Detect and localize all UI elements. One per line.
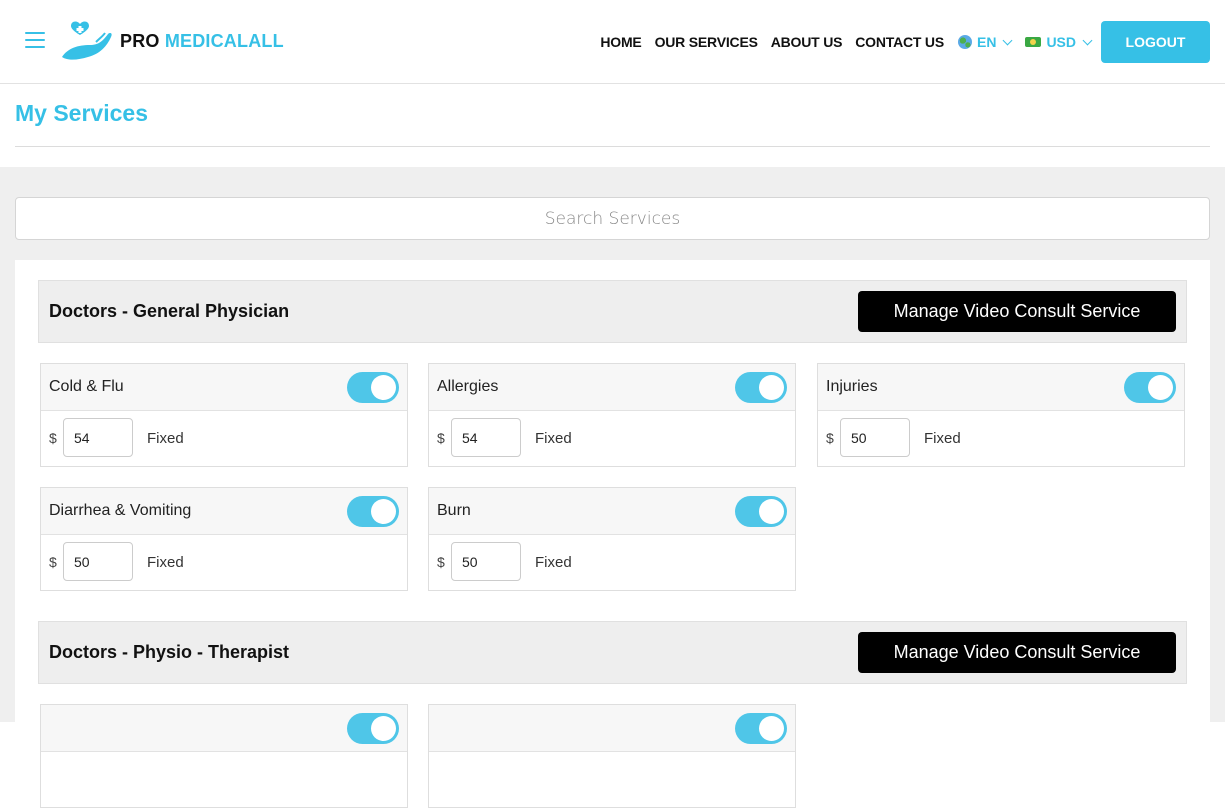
service-card: Injuries $ Fixed bbox=[817, 363, 1185, 467]
service-name: Allergies bbox=[437, 378, 499, 395]
search-input[interactable] bbox=[15, 197, 1210, 240]
service-name: Cold & Flu bbox=[49, 378, 124, 395]
service-toggle[interactable] bbox=[347, 496, 399, 527]
currency-dropdown[interactable]: USD bbox=[1025, 34, 1093, 50]
price-type: Fixed bbox=[924, 430, 961, 447]
brand-name-medicalall: MEDICALALL bbox=[164, 30, 284, 51]
chevron-down-icon bbox=[1002, 35, 1013, 45]
currency-value: USD bbox=[1046, 34, 1076, 50]
service-name: Injuries bbox=[826, 378, 878, 395]
nav-our-services[interactable]: OUR SERVICES bbox=[655, 34, 758, 50]
language-dropdown[interactable]: EN bbox=[957, 34, 1013, 50]
service-toggle[interactable] bbox=[735, 372, 787, 403]
service-card: Allergies $ Fixed bbox=[428, 363, 796, 467]
service-name: Diarrhea & Vomiting bbox=[49, 502, 192, 519]
price-input[interactable] bbox=[840, 418, 910, 457]
service-toggle[interactable] bbox=[347, 713, 399, 744]
nav-home[interactable]: HOME bbox=[600, 34, 641, 50]
service-toggle[interactable] bbox=[1124, 372, 1176, 403]
money-icon bbox=[1025, 37, 1042, 47]
logout-button[interactable]: LOGOUT bbox=[1101, 21, 1210, 63]
currency-symbol: $ bbox=[826, 430, 834, 446]
service-card: Diarrhea & Vomiting $ Fixed bbox=[40, 487, 408, 591]
divider bbox=[15, 146, 1210, 147]
manage-video-consult-button[interactable]: Manage Video Consult Service bbox=[858, 291, 1176, 332]
service-card bbox=[428, 704, 796, 808]
price-type: Fixed bbox=[147, 554, 184, 571]
main-nav: HOME OUR SERVICES ABOUT US CONTACT US EN… bbox=[587, 21, 1210, 63]
category-title: Doctors - General Physician bbox=[49, 301, 290, 321]
hand-heart-icon bbox=[62, 21, 112, 60]
service-toggle[interactable] bbox=[347, 372, 399, 403]
currency-symbol: $ bbox=[437, 554, 445, 570]
service-name: Burn bbox=[437, 502, 471, 519]
nav-contact-us[interactable]: CONTACT US bbox=[855, 34, 944, 50]
category-header: Doctors - General Physician Manage Video… bbox=[38, 280, 1187, 343]
service-toggle[interactable] bbox=[735, 496, 787, 527]
service-toggle[interactable] bbox=[735, 713, 787, 744]
brand-name-pro: PRO bbox=[120, 30, 160, 51]
logo[interactable]: PRO MEDICALALL bbox=[60, 20, 284, 62]
price-input[interactable] bbox=[451, 418, 521, 457]
services-card: Doctors - General Physician Manage Video… bbox=[15, 260, 1210, 808]
language-value: EN bbox=[976, 34, 997, 50]
price-type: Fixed bbox=[535, 554, 572, 571]
service-card: Burn $ Fixed bbox=[428, 487, 796, 591]
chevron-down-icon bbox=[1082, 35, 1093, 45]
menu-icon[interactable] bbox=[25, 32, 45, 50]
price-type: Fixed bbox=[147, 430, 184, 447]
service-card bbox=[40, 704, 408, 808]
category-header: Doctors - Physio - Therapist Manage Vide… bbox=[38, 621, 1187, 684]
price-input[interactable] bbox=[63, 418, 133, 457]
globe-icon bbox=[957, 35, 972, 49]
nav-about-us[interactable]: ABOUT US bbox=[771, 34, 843, 50]
category-title: Doctors - Physio - Therapist bbox=[49, 642, 290, 662]
currency-symbol: $ bbox=[49, 554, 57, 570]
price-input[interactable] bbox=[63, 542, 133, 581]
content-area: Doctors - General Physician Manage Video… bbox=[0, 167, 1225, 808]
currency-symbol: $ bbox=[49, 430, 57, 446]
currency-symbol: $ bbox=[437, 430, 445, 446]
title-area: My Services bbox=[0, 85, 1225, 167]
price-type: Fixed bbox=[535, 430, 572, 447]
manage-video-consult-button[interactable]: Manage Video Consult Service bbox=[858, 632, 1176, 673]
service-card: Cold & Flu $ Fixed bbox=[40, 363, 408, 467]
header: PRO MEDICALALL HOME OUR SERVICES ABOUT U… bbox=[0, 0, 1225, 84]
page-title: My Services bbox=[15, 100, 148, 126]
price-input[interactable] bbox=[451, 542, 521, 581]
